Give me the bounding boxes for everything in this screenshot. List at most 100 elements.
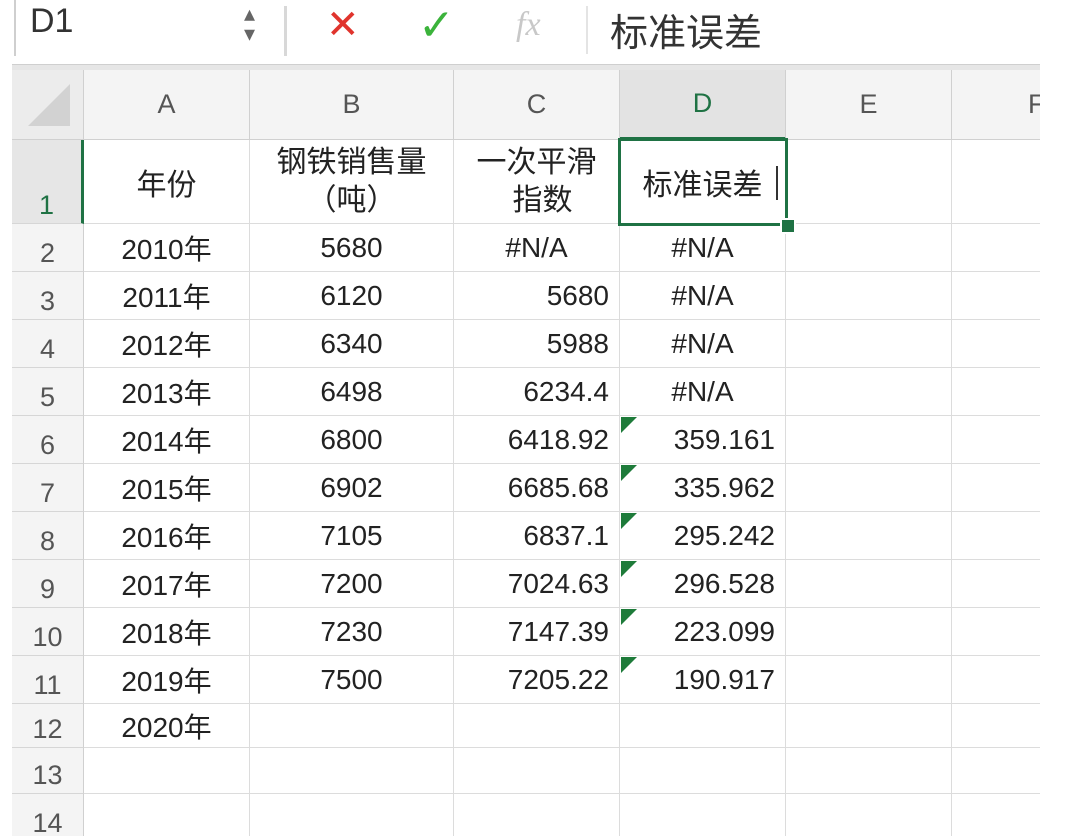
column-header-a[interactable]: A <box>84 70 250 140</box>
cell-d11[interactable]: 190.917 <box>620 656 786 704</box>
cell-d14[interactable] <box>620 794 786 836</box>
cell-d5[interactable]: #N/A <box>620 368 786 416</box>
error-indicator-icon[interactable] <box>621 561 637 577</box>
cell-c2[interactable]: #N/A <box>454 224 620 272</box>
cell-f3[interactable] <box>952 272 1040 320</box>
cell-b8[interactable]: 7105 <box>250 512 454 560</box>
cell-e10[interactable] <box>786 608 952 656</box>
cell-a7[interactable]: 2015年 <box>84 464 250 512</box>
row-header-14[interactable]: 14 <box>12 794 84 836</box>
cell-a14[interactable] <box>84 794 250 836</box>
cell-c8[interactable]: 6837.1 <box>454 512 620 560</box>
row-header-12[interactable]: 12 <box>12 704 84 748</box>
cell-e3[interactable] <box>786 272 952 320</box>
cell-c11[interactable]: 7205.22 <box>454 656 620 704</box>
cell-f11[interactable] <box>952 656 1040 704</box>
cell-b1[interactable]: 钢铁销售量 （吨） <box>250 140 454 224</box>
cell-e7[interactable] <box>786 464 952 512</box>
formula-input[interactable]: 标准误差 <box>610 2 762 57</box>
column-header-e[interactable]: E <box>786 70 952 140</box>
cell-c12[interactable] <box>454 704 620 748</box>
cell-b7[interactable]: 6902 <box>250 464 454 512</box>
cell-b10[interactable]: 7230 <box>250 608 454 656</box>
cell-f5[interactable] <box>952 368 1040 416</box>
cell-f13[interactable] <box>952 748 1040 794</box>
cell-a3[interactable]: 2011年 <box>84 272 250 320</box>
insert-function-icon[interactable]: fx <box>516 6 541 44</box>
cell-f4[interactable] <box>952 320 1040 368</box>
fill-handle[interactable] <box>780 218 796 234</box>
cell-e12[interactable] <box>786 704 952 748</box>
cell-a10[interactable]: 2018年 <box>84 608 250 656</box>
row-header-13[interactable]: 13 <box>12 748 84 794</box>
cell-f1[interactable] <box>952 140 1040 224</box>
cell-b11[interactable]: 7500 <box>250 656 454 704</box>
row-header-11[interactable]: 11 <box>12 656 84 704</box>
cell-a4[interactable]: 2012年 <box>84 320 250 368</box>
cell-c13[interactable] <box>454 748 620 794</box>
row-header-7[interactable]: 7 <box>12 464 84 512</box>
row-header-8[interactable]: 8 <box>12 512 84 560</box>
cell-a6[interactable]: 2014年 <box>84 416 250 464</box>
cell-a8[interactable]: 2016年 <box>84 512 250 560</box>
cell-d4[interactable]: #N/A <box>620 320 786 368</box>
cell-a2[interactable]: 2010年 <box>84 224 250 272</box>
cell-e8[interactable] <box>786 512 952 560</box>
cell-e14[interactable] <box>786 794 952 836</box>
cell-f6[interactable] <box>952 416 1040 464</box>
error-indicator-icon[interactable] <box>621 609 637 625</box>
cancel-icon[interactable]: ✕ <box>326 2 360 48</box>
cell-c5[interactable]: 6234.4 <box>454 368 620 416</box>
column-header-f[interactable]: F <box>952 70 1040 140</box>
cell-b14[interactable] <box>250 794 454 836</box>
cell-c3[interactable]: 5680 <box>454 272 620 320</box>
cell-d7[interactable]: 335.962 <box>620 464 786 512</box>
cell-c6[interactable]: 6418.92 <box>454 416 620 464</box>
cell-e1[interactable] <box>786 140 952 224</box>
cell-f9[interactable] <box>952 560 1040 608</box>
cell-d2[interactable]: #N/A <box>620 224 786 272</box>
cell-a12[interactable]: 2020年 <box>84 704 250 748</box>
cell-d10[interactable]: 223.099 <box>620 608 786 656</box>
column-header-b[interactable]: B <box>250 70 454 140</box>
cell-a11[interactable]: 2019年 <box>84 656 250 704</box>
cell-e6[interactable] <box>786 416 952 464</box>
cell-f8[interactable] <box>952 512 1040 560</box>
row-header-5[interactable]: 5 <box>12 368 84 416</box>
cell-e9[interactable] <box>786 560 952 608</box>
error-indicator-icon[interactable] <box>621 465 637 481</box>
row-header-10[interactable]: 10 <box>12 608 84 656</box>
cell-f12[interactable] <box>952 704 1040 748</box>
cell-e4[interactable] <box>786 320 952 368</box>
row-header-9[interactable]: 9 <box>12 560 84 608</box>
column-header-d[interactable]: D <box>620 70 786 140</box>
cell-f14[interactable] <box>952 794 1040 836</box>
cell-a9[interactable]: 2017年 <box>84 560 250 608</box>
cell-d3[interactable]: #N/A <box>620 272 786 320</box>
cell-c9[interactable]: 7024.63 <box>454 560 620 608</box>
cell-b9[interactable]: 7200 <box>250 560 454 608</box>
error-indicator-icon[interactable] <box>621 513 637 529</box>
error-indicator-icon[interactable] <box>621 417 637 433</box>
cell-e13[interactable] <box>786 748 952 794</box>
cell-d6[interactable]: 359.161 <box>620 416 786 464</box>
cell-c7[interactable]: 6685.68 <box>454 464 620 512</box>
cell-d8[interactable]: 295.242 <box>620 512 786 560</box>
column-header-c[interactable]: C <box>454 70 620 140</box>
select-all-corner[interactable] <box>12 70 84 140</box>
row-header-3[interactable]: 3 <box>12 272 84 320</box>
cell-f10[interactable] <box>952 608 1040 656</box>
row-header-6[interactable]: 6 <box>12 416 84 464</box>
cell-e11[interactable] <box>786 656 952 704</box>
cell-c10[interactable]: 7147.39 <box>454 608 620 656</box>
cell-c14[interactable] <box>454 794 620 836</box>
cell-e2[interactable] <box>786 224 952 272</box>
cell-b3[interactable]: 6120 <box>250 272 454 320</box>
cell-a5[interactable]: 2013年 <box>84 368 250 416</box>
cell-b6[interactable]: 6800 <box>250 416 454 464</box>
cell-f2[interactable] <box>952 224 1040 272</box>
cell-b2[interactable]: 5680 <box>250 224 454 272</box>
row-header-2[interactable]: 2 <box>12 224 84 272</box>
cell-c4[interactable]: 5988 <box>454 320 620 368</box>
cell-a1[interactable]: 年份 <box>84 140 250 224</box>
